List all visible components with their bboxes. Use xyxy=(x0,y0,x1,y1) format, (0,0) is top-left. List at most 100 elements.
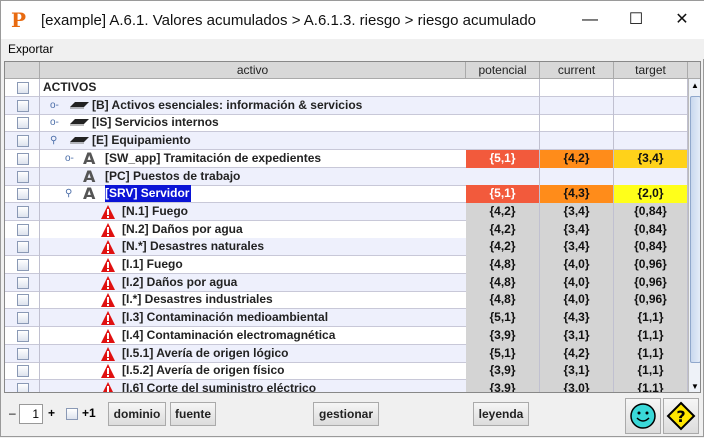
table-row[interactable]: [I.5.2] Avería de origen físico{3,9}{3,1… xyxy=(5,362,687,380)
table-row[interactable]: A [PC] Puestos de trabajo xyxy=(5,168,687,186)
table-row[interactable]: [N.2] Daños por agua{4,2}{3,4}{0,84} xyxy=(5,221,687,239)
target-cell: {1,1} xyxy=(614,362,688,380)
row-name[interactable]: [E] Equipamiento xyxy=(92,132,191,149)
header-select xyxy=(5,62,40,79)
scroll-down-icon[interactable]: ▼ xyxy=(691,382,699,391)
current-cell: {3,4} xyxy=(540,238,614,256)
tree-expanded-icon[interactable]: ⚲ xyxy=(50,132,57,149)
row-name[interactable]: [N.*] Desastres naturales xyxy=(122,238,264,255)
header-activo[interactable]: activo xyxy=(40,62,466,79)
plus-one-checkbox[interactable] xyxy=(66,408,78,420)
current-cell xyxy=(540,114,614,132)
table-row[interactable]: [I.1] Fuego{4,8}{4,0}{0,96} xyxy=(5,256,687,274)
level-input[interactable]: 1 xyxy=(19,404,43,424)
target-cell: {2,0} xyxy=(614,185,688,203)
current-cell xyxy=(540,168,614,186)
row-name[interactable]: [SRV] Servidor xyxy=(105,185,191,202)
table-row[interactable]: o- A [SW_app] Tramitación de expedientes {5… xyxy=(5,150,687,168)
row-name[interactable]: [I.*] Desastres industriales xyxy=(122,291,273,308)
help-button[interactable]: ? xyxy=(663,398,699,434)
table-row[interactable]: ACTIVOS xyxy=(5,79,687,97)
svg-text:?: ? xyxy=(676,407,685,426)
menu-bar: Exportar xyxy=(1,39,704,59)
table-row[interactable]: [I.4] Contaminación electromagnética{3,9… xyxy=(5,327,687,345)
target-cell: {0,84} xyxy=(614,203,688,221)
gestionar-button[interactable]: gestionar xyxy=(313,402,379,426)
row-name[interactable]: ACTIVOS xyxy=(43,79,96,96)
table-row[interactable]: [I.*] Desastres industriales{4,8}{4,0}{0… xyxy=(5,291,687,309)
table-row[interactable]: ⚲ [E] Equipamiento xyxy=(5,132,687,150)
smiley-button[interactable] xyxy=(625,398,661,434)
layer-icon xyxy=(68,133,90,147)
target-cell: {1,1} xyxy=(614,327,688,345)
table-row[interactable]: [N.1] Fuego{4,2}{3,4}{0,84} xyxy=(5,203,687,221)
row-name[interactable]: [I.5.1] Avería de origen lógico xyxy=(122,345,288,362)
table-row[interactable]: [I.6] Corte del suministro eléctrico {3,9… xyxy=(5,380,687,393)
target-cell: {0,84} xyxy=(614,238,688,256)
row-name[interactable]: [N.2] Daños por agua xyxy=(122,221,243,238)
table-row[interactable]: [I.2] Daños por agua{4,8}{4,0}{0,96} xyxy=(5,274,687,292)
row-name[interactable]: [B] Activos esenciales: información & se… xyxy=(92,97,362,114)
fuente-button[interactable]: fuente xyxy=(170,402,216,426)
current-cell: {4,2} xyxy=(540,150,614,168)
current-cell: {4,3} xyxy=(540,185,614,203)
tree-expanded-icon[interactable]: ⚲ xyxy=(65,185,72,202)
potencial-cell: {4,8} xyxy=(466,274,540,292)
table-row[interactable]: [I.5.1] Avería de origen lógico{5,1}{4,2… xyxy=(5,345,687,363)
row-name[interactable]: [PC] Puestos de trabajo xyxy=(105,168,240,185)
vertical-scrollbar[interactable]: ▲ ▼ xyxy=(688,79,701,393)
row-name[interactable]: [I.4] Contaminación electromagnética xyxy=(122,327,335,344)
potencial-cell: {4,2} xyxy=(466,238,540,256)
potencial-cell: {4,8} xyxy=(466,256,540,274)
row-name[interactable]: [N.1] Fuego xyxy=(122,203,188,220)
target-cell xyxy=(614,97,688,115)
row-name[interactable]: [I.6] Corte del suministro eléctrico xyxy=(122,380,316,393)
tree-collapsed-icon[interactable]: o- xyxy=(65,150,74,167)
potencial-cell xyxy=(466,79,540,97)
tree-collapsed-icon[interactable]: o- xyxy=(50,97,59,114)
row-name[interactable]: [I.5.2] Avería de origen físico xyxy=(122,362,285,379)
target-cell: {0,96} xyxy=(614,256,688,274)
table-row[interactable]: o- [IS] Servicios internos xyxy=(5,114,687,132)
minimize-button[interactable]: — xyxy=(567,1,613,39)
header-target[interactable]: target xyxy=(614,62,688,79)
potencial-cell: {4,2} xyxy=(466,203,540,221)
row-name[interactable]: [IS] Servicios internos xyxy=(92,114,219,131)
row-name[interactable]: [I.2] Daños por agua xyxy=(122,274,237,291)
help-icon: ? xyxy=(666,401,696,431)
table-row[interactable]: o- [B] Activos esenciales: información & … xyxy=(5,97,687,115)
title-bar: P [example] A.6.1. Valores acumulados > … xyxy=(1,1,704,39)
potencial-cell: {5,1} xyxy=(466,150,540,168)
leyenda-button[interactable]: leyenda xyxy=(473,402,529,426)
close-button[interactable]: ✕ xyxy=(659,1,704,39)
header-potencial[interactable]: potencial xyxy=(466,62,540,79)
scroll-up-icon[interactable]: ▲ xyxy=(691,81,699,90)
potencial-cell xyxy=(466,168,540,186)
dominio-button[interactable]: dominio xyxy=(108,402,166,426)
current-cell: {4,0} xyxy=(540,274,614,292)
row-name[interactable]: [SW_app] Tramitación de expedientes xyxy=(105,150,321,167)
potencial-cell: {5,1} xyxy=(466,185,540,203)
current-cell: {3,1} xyxy=(540,362,614,380)
target-cell: {1,1} xyxy=(614,380,688,393)
table-row[interactable]: [N.*] Desastres naturales {4,2}{3,4}{0,84… xyxy=(5,238,687,256)
asset-icon: A xyxy=(83,169,95,185)
table-row[interactable]: [I.3] Contaminación medioambiental{5,1}{… xyxy=(5,309,687,327)
asset-icon: A xyxy=(83,151,95,167)
menu-exportar[interactable]: Exportar xyxy=(8,42,53,56)
level-minus-button[interactable]: – xyxy=(9,406,16,420)
tree-collapsed-icon[interactable]: o- xyxy=(50,114,59,131)
potencial-cell: {3,9} xyxy=(466,380,540,393)
target-cell xyxy=(614,79,688,97)
row-name[interactable]: [I.3] Contaminación medioambiental xyxy=(122,309,328,326)
target-cell: {0,96} xyxy=(614,291,688,309)
row-name[interactable]: [I.1] Fuego xyxy=(122,256,183,273)
footer-toolbar: – 1 + +1 dominio fuente gestionar leyend… xyxy=(1,396,704,438)
scroll-thumb[interactable] xyxy=(690,96,701,363)
maximize-button[interactable]: ☐ xyxy=(613,1,659,39)
header-current[interactable]: current xyxy=(540,62,614,79)
table-row[interactable]: ⚲A[SRV] Servidor{5,1}{4,3}{2,0} xyxy=(5,185,687,203)
target-cell xyxy=(614,132,688,150)
target-cell: {1,1} xyxy=(614,309,688,327)
level-plus-button[interactable]: + xyxy=(48,406,55,420)
